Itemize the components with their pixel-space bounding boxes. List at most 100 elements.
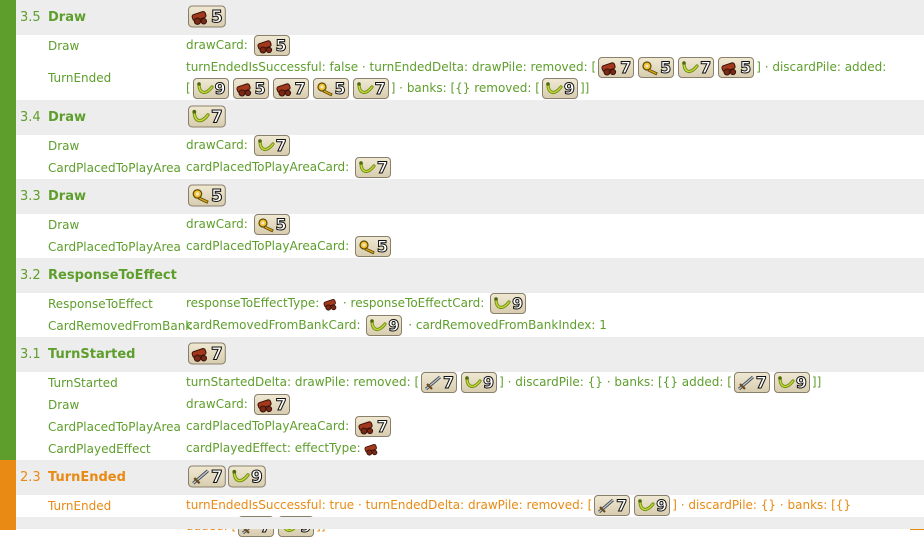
event-row-name: TurnStarted [48, 376, 118, 390]
detail-text: cardPlacedToPlayAreaCard: [186, 239, 354, 253]
card-rank: 7 [376, 416, 389, 436]
card-rank: 5 [660, 57, 672, 77]
detail-text: ]] [579, 81, 590, 95]
event-row[interactable]: CardRemovedFromBank cardRemovedFromBankCa… [16, 315, 924, 337]
event-row[interactable]: TurnStarted turnStartedDelta: drawPile: r… [16, 372, 924, 394]
hook-icon [637, 498, 655, 514]
event-log: 3.5 Draw 5 Draw drawCard: 5 TurnEnded turnEnde… [0, 0, 924, 537]
hook-icon [358, 160, 376, 176]
key-icon [641, 60, 659, 76]
cannon-icon [257, 397, 275, 413]
cannon-card: 7 [355, 416, 392, 437]
event-row-detail: drawCard: 5 [186, 35, 894, 56]
card-rank: 7 [275, 135, 287, 155]
event-name: TurnEnded [48, 470, 126, 485]
event-row[interactable]: CardPlacedToPlayArea cardPlacedToPlayArea… [16, 416, 924, 438]
sword-card: 7 [733, 372, 770, 393]
cannon-card: 5 [253, 35, 290, 56]
hook-icon [681, 60, 699, 76]
hook-icon [369, 318, 388, 334]
turn-indicator-bar [0, 460, 16, 530]
hook-card: 9 [634, 495, 671, 516]
hook-card: 7 [678, 57, 715, 78]
event-header[interactable]: 2.3 TurnEnded 7 9 [16, 460, 924, 495]
detail-text: turnEndedIsSuccessful: false · turnEnded… [186, 60, 597, 74]
event-row[interactable]: ResponseToEffect responseToEffectType: · … [16, 293, 924, 315]
cannon-card: 7 [253, 394, 290, 415]
cannon-card: 5 [718, 57, 755, 78]
event-row[interactable]: CardPlacedToPlayArea cardPlacedToPlayArea… [16, 236, 924, 258]
event-number: 3.5 [20, 10, 41, 25]
hook-card: 9 [461, 372, 498, 393]
event-name: Draw [48, 110, 86, 125]
hook-card: 9 [366, 315, 403, 336]
detail-text: cardPlacedToPlayAreaCard: [186, 160, 354, 174]
detail-text: ]] [811, 375, 822, 389]
sword-card: 7 [594, 495, 631, 516]
event-row-detail: turnEndedIsSuccessful: false · turnEnded… [186, 57, 894, 99]
event-row-detail: drawCard: 7 [186, 135, 894, 156]
hook-icon [493, 296, 511, 312]
cannon-icon [323, 297, 339, 311]
cannon-card: 7 [272, 78, 309, 99]
cannon-card: 7 [598, 57, 635, 78]
turn-indicator-bar [0, 0, 16, 460]
event-row[interactable]: TurnEnded turnEndedIsSuccessful: false · … [16, 57, 924, 100]
event-row-detail: turnEndedIsSuccessful: true · turnEndedD… [186, 495, 894, 537]
event-cards: 5 [186, 184, 894, 207]
event-row[interactable]: Draw drawCard: 5 [16, 214, 924, 236]
event-row-name: Draw [48, 218, 80, 232]
event-row-detail: cardPlacedToPlayAreaCard: 7 [186, 416, 894, 437]
event-row-detail: cardPlacedToPlayAreaCard: 7 [186, 157, 894, 178]
event-row[interactable]: Draw drawCard: 5 [16, 35, 924, 57]
card-rank: 7 [376, 157, 389, 177]
cannon-icon [191, 345, 210, 362]
card-rank: 7 [700, 57, 712, 77]
key-card: 5 [355, 236, 392, 257]
event-row[interactable]: Draw drawCard: 7 [16, 394, 924, 416]
hook-card: 9 [490, 293, 527, 314]
card-rank: 7 [275, 394, 287, 414]
event-row-name: TurnEnded [48, 71, 112, 85]
hook-card: 9 [541, 78, 578, 99]
event-header[interactable]: 3.4 Draw 7 [16, 100, 924, 135]
hook-card: 7 [188, 105, 226, 128]
event-number: 3.2 [20, 268, 41, 283]
event-row-name: Draw [48, 139, 80, 153]
event-row[interactable]: Draw drawCard: 7 [16, 135, 924, 157]
detail-text: · cardRemovedFromBankIndex: 1 [404, 318, 607, 332]
cannon-icon [257, 38, 275, 54]
event-row[interactable]: TurnEnded turnEndedIsSuccessful: true · t… [16, 495, 924, 537]
event-name: ResponseToEffect [48, 268, 177, 283]
event-header[interactable] [16, 517, 924, 529]
event-header[interactable]: 3.1 TurnStarted 7 [16, 337, 924, 372]
event-row[interactable]: CardPlayedEffect cardPlayedEffect: effect… [16, 438, 924, 460]
detail-text: cardPlayedEffect: effectType: [186, 441, 365, 455]
event-cards: 5 [186, 5, 894, 28]
cannon-card: 5 [232, 78, 269, 99]
event-row[interactable]: CardPlacedToPlayArea cardPlacedToPlayArea… [16, 157, 924, 179]
card-rank: 5 [210, 185, 223, 205]
card-rank: 7 [443, 372, 455, 392]
event-number: 3.3 [20, 189, 41, 204]
event-name: Draw [48, 189, 86, 204]
card-rank: 5 [740, 57, 752, 77]
event-header[interactable]: 3.2 ResponseToEffect [16, 258, 924, 293]
detail-text: drawCard: [186, 38, 252, 52]
event-header[interactable]: 3.3 Draw 5 [16, 179, 924, 214]
sword-icon [191, 468, 210, 485]
key-card: 5 [638, 57, 675, 78]
key-icon [358, 239, 376, 255]
detail-text: drawCard: [186, 397, 252, 411]
hook-card: 7 [253, 135, 290, 156]
event-number: 2.3 [20, 470, 41, 485]
cannon-icon [721, 60, 739, 76]
event-header[interactable]: 3.5 Draw 5 [16, 0, 924, 35]
sword-icon [597, 498, 615, 514]
event-number: 3.4 [20, 110, 41, 125]
detail-text: turnStartedDelta: drawPile: removed: [ [186, 375, 420, 389]
card-rank: 5 [275, 35, 287, 55]
hook-icon [231, 468, 250, 485]
detail-text: cardPlacedToPlayAreaCard: [186, 419, 354, 433]
event-row-name: Draw [48, 398, 80, 412]
